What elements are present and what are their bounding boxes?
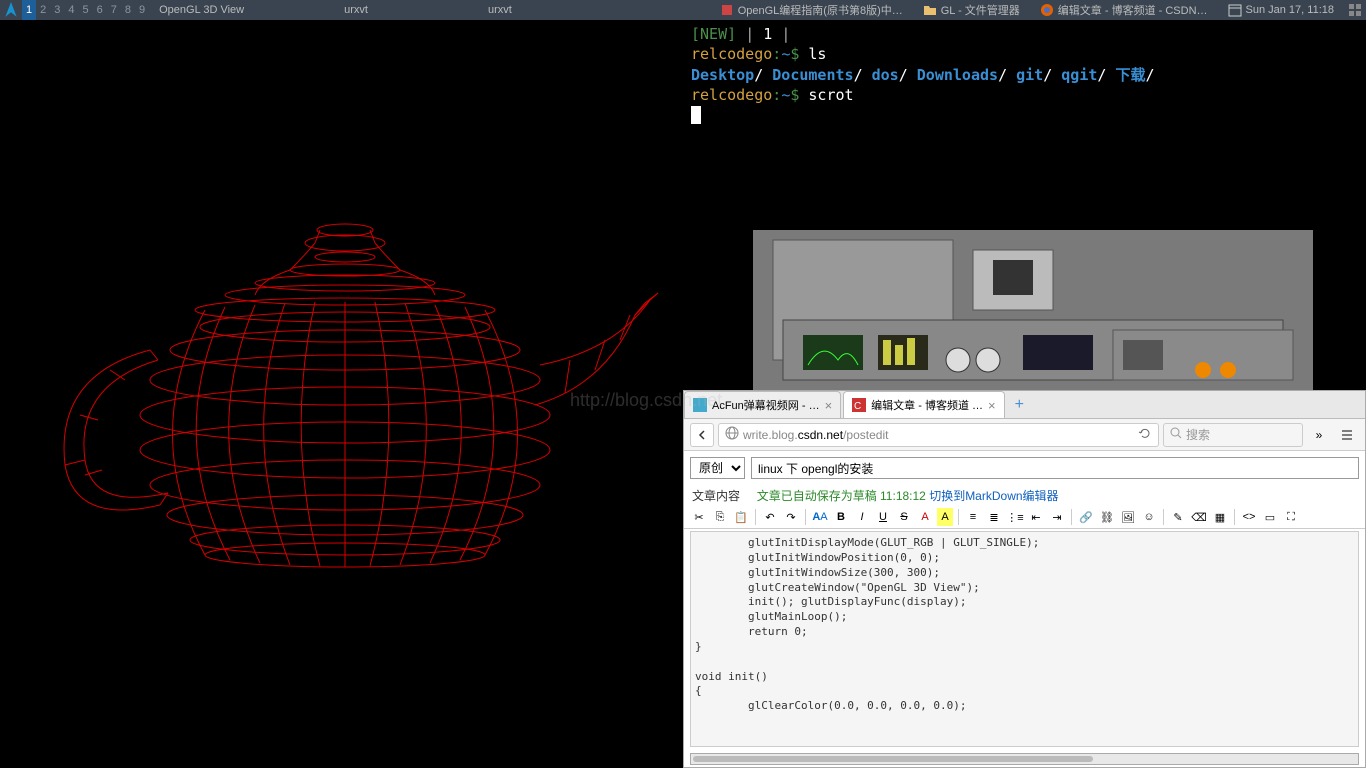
category-select[interactable]: 原创	[690, 457, 745, 479]
list-ol-icon[interactable]: ≣	[985, 508, 1003, 526]
globe-icon	[725, 426, 739, 443]
csdn-favicon-icon: C	[852, 398, 866, 412]
table-icon[interactable]: ▦	[1211, 508, 1229, 526]
terminal-ls-output: Desktop/ Documents/ dos/ Downloads/ git/…	[691, 65, 1358, 85]
tab-close-icon[interactable]: ×	[825, 398, 833, 413]
book-icon	[720, 3, 734, 17]
teapot-wireframe	[30, 215, 660, 595]
outdent-icon[interactable]: ⇤	[1027, 508, 1045, 526]
browser-window: AcFun弹幕视频网 - … × C 编辑文章 - 博客频道 … × + wri…	[683, 390, 1366, 768]
calendar-icon	[1228, 3, 1242, 17]
terminal-line-1: relcodego:~$ ls	[691, 44, 1358, 64]
markdown-switch-link[interactable]: 切换到MarkDown编辑器	[929, 489, 1058, 503]
workspace-5[interactable]: 5	[79, 0, 93, 20]
redo-icon[interactable]: ↷	[782, 508, 800, 526]
tab-label: 编辑文章 - 博客频道 …	[871, 397, 983, 413]
paste-icon[interactable]: 📋	[732, 508, 750, 526]
acfun-favicon-icon	[693, 398, 707, 412]
tray-icon[interactable]	[1344, 0, 1366, 20]
italic-icon[interactable]: I	[853, 508, 871, 526]
text-color-icon[interactable]: A	[916, 508, 934, 526]
navbar: write.blog.csdn.net/postedit 搜索 »	[684, 419, 1365, 451]
folder-icon	[923, 3, 937, 17]
terminal-cursor	[691, 106, 701, 124]
bold-icon[interactable]: B	[832, 508, 850, 526]
workspace-3[interactable]: 3	[50, 0, 64, 20]
firefox-icon	[1040, 3, 1054, 17]
taskbar: 1 2 3 4 5 6 7 8 9 OpenGL 3D View urxvt u…	[0, 0, 1366, 20]
terminal-line-2: relcodego:~$ scrot	[691, 85, 1358, 105]
image-icon[interactable]: 🖼	[1119, 508, 1137, 526]
workspace-2[interactable]: 2	[36, 0, 50, 20]
url-bar[interactable]: write.blog.csdn.net/postedit	[718, 423, 1159, 447]
indent-icon[interactable]: ⇥	[1048, 508, 1066, 526]
copy-icon[interactable]: ⎘	[711, 508, 729, 526]
workspace-1[interactable]: 1	[22, 0, 36, 20]
overflow-button[interactable]: »	[1307, 423, 1331, 447]
hamburger-menu-icon[interactable]	[1335, 423, 1359, 447]
autosave-hint: 文章已自动保存为草稿 11:18:12	[757, 489, 926, 503]
edit-icon[interactable]: ✎	[1169, 508, 1187, 526]
new-tab-button[interactable]: +	[1007, 392, 1032, 418]
opengl-window	[0, 20, 683, 768]
strike-icon[interactable]: S	[895, 508, 913, 526]
task-urxvt-1[interactable]: urxvt	[334, 0, 378, 20]
workspace-8[interactable]: 8	[121, 0, 135, 20]
workspace-4[interactable]: 4	[64, 0, 78, 20]
clock[interactable]: Sun Jan 17, 11:18	[1218, 0, 1344, 20]
unlink-icon[interactable]: ⛓	[1098, 508, 1116, 526]
workspace-9[interactable]: 9	[135, 0, 149, 20]
blog-editor: 原创 文章内容 文章已自动保存为草稿 11:18:12 切换到MarkDown编…	[684, 451, 1365, 767]
align-left-icon[interactable]: ≡	[964, 508, 982, 526]
title-input[interactable]	[751, 457, 1359, 479]
code-icon[interactable]: <>	[1240, 508, 1258, 526]
search-icon	[1170, 427, 1182, 442]
fullscreen-icon[interactable]: ⛶	[1282, 508, 1300, 526]
editor-toolbar: ✂ ⎘ 📋 ↶ ↷ AA B I U S A A ≡ ≣ ⋮≡ ⇤ ⇥ 🔗 ⛓ …	[684, 506, 1365, 529]
task-opengl-book[interactable]: OpenGL编程指南(原书第8版)中…	[710, 0, 913, 20]
task-urxvt-2[interactable]: urxvt	[478, 0, 522, 20]
render-3d-scene	[683, 220, 1366, 390]
tab-close-icon[interactable]: ×	[988, 398, 996, 413]
font-aa-icon[interactable]: AA	[811, 508, 829, 526]
tab-bar: AcFun弹幕视频网 - … × C 编辑文章 - 博客频道 … × +	[684, 391, 1365, 419]
tab-acfun[interactable]: AcFun弹幕视频网 - … ×	[684, 391, 841, 418]
link-icon[interactable]: 🔗	[1077, 508, 1095, 526]
horizontal-scrollbar[interactable]	[690, 753, 1359, 765]
workspace-6[interactable]: 6	[93, 0, 107, 20]
tab-csdn[interactable]: C 编辑文章 - 博客频道 … ×	[843, 391, 1004, 418]
undo-icon[interactable]: ↶	[761, 508, 779, 526]
clean-icon[interactable]: ⌫	[1190, 508, 1208, 526]
url-text: write.blog.csdn.net/postedit	[743, 428, 1134, 442]
svg-text:C: C	[854, 401, 861, 412]
search-box[interactable]: 搜索	[1163, 423, 1303, 447]
tab-label: AcFun弹幕视频网 - …	[712, 397, 820, 413]
smiley-icon[interactable]: ☺	[1140, 508, 1158, 526]
underline-icon[interactable]: U	[874, 508, 892, 526]
task-firefox[interactable]: 编辑文章 - 博客频道 - CSDN…	[1030, 0, 1218, 20]
code-textarea[interactable]: glutInitDisplayMode(GLUT_RGB | GLUT_SING…	[690, 531, 1359, 747]
reload-icon[interactable]	[1138, 426, 1152, 443]
cut-icon[interactable]: ✂	[690, 508, 708, 526]
workspace-7[interactable]: 7	[107, 0, 121, 20]
content-label: 文章内容	[692, 489, 740, 503]
list-ul-icon[interactable]: ⋮≡	[1006, 508, 1024, 526]
task-file-manager[interactable]: GL - 文件管理器	[913, 0, 1030, 20]
back-button[interactable]	[690, 423, 714, 447]
terminal-status-line: [NEW] | 1 |	[691, 24, 1358, 44]
arch-logo-icon[interactable]	[2, 1, 20, 19]
task-opengl[interactable]: OpenGL 3D View	[149, 0, 254, 20]
preview-icon[interactable]: ▭	[1261, 508, 1279, 526]
highlight-icon[interactable]: A	[937, 508, 953, 526]
